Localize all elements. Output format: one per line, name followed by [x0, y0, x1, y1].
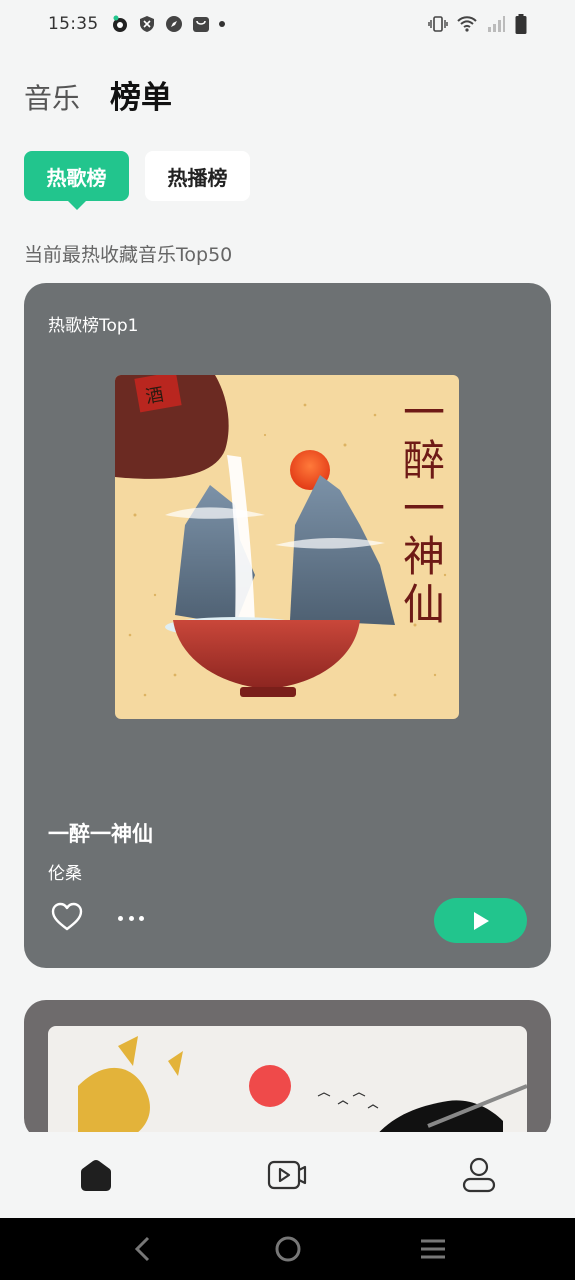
signal-icon — [488, 16, 505, 32]
album-cover-2[interactable] — [48, 1026, 527, 1140]
svg-text:仙: 仙 — [403, 580, 445, 629]
svg-text:神: 神 — [403, 532, 445, 581]
chip-hot-songs[interactable]: 热歌榜 — [24, 151, 129, 201]
album-art-illustration-2 — [48, 1026, 527, 1140]
system-navigation — [0, 1218, 575, 1280]
bottom-navigation — [0, 1132, 575, 1218]
nav-home[interactable] — [66, 1150, 126, 1200]
system-home[interactable] — [268, 1229, 308, 1269]
shield-icon — [139, 16, 154, 32]
more-icon — [118, 915, 123, 921]
svg-text:醉: 醉 — [403, 436, 445, 485]
song-artist: 伦桑 — [48, 864, 82, 884]
heart-icon — [51, 902, 83, 931]
tab-music[interactable]: 音乐 — [24, 77, 80, 117]
status-bar: 15:35 — [0, 0, 575, 48]
compass-icon — [165, 16, 182, 32]
wifi-icon — [457, 16, 477, 32]
album-art-illustration: 酒 一 醉 一 神 仙 — [115, 375, 459, 719]
play-button[interactable] — [434, 898, 527, 943]
second-song-card[interactable] — [24, 1000, 551, 1140]
chart-subtitle: 当前最热收藏音乐Top50 — [24, 244, 233, 266]
profile-icon — [463, 1157, 496, 1193]
svg-text:酒: 酒 — [144, 384, 165, 408]
header-tabs: 音乐 榜单 — [24, 72, 172, 117]
dot-icon — [218, 21, 225, 27]
like-button[interactable] — [50, 900, 84, 934]
play-icon — [473, 911, 489, 930]
tab-chart[interactable]: 榜单 — [110, 72, 172, 117]
nav-video[interactable] — [257, 1150, 317, 1200]
menu-icon — [420, 1239, 445, 1259]
chart-type-chips: 热歌榜 热播榜 — [24, 151, 250, 201]
status-icons-left — [111, 15, 225, 33]
chip-hot-plays[interactable]: 热播榜 — [145, 151, 250, 201]
card-rank-label: 热歌榜Top1 — [48, 316, 139, 336]
album-cover[interactable]: 酒 一 醉 一 神 仙 — [115, 375, 459, 719]
status-icons-right — [428, 14, 527, 34]
top-song-card[interactable]: 热歌榜Top1 酒 一 醉 一 神 仙 一醉一神仙 伦桑 — [24, 283, 551, 968]
vibrate-icon — [428, 16, 448, 32]
bag-icon — [192, 17, 209, 32]
video-icon — [268, 1160, 307, 1190]
back-icon — [134, 1236, 149, 1262]
svg-text:一: 一 — [403, 388, 445, 437]
nav-profile[interactable] — [449, 1150, 509, 1200]
system-back[interactable] — [123, 1229, 163, 1269]
song-title: 一醉一神仙 — [48, 822, 153, 846]
app-notification-icon — [112, 15, 127, 32]
battery-icon — [515, 14, 527, 34]
home-icon — [80, 1159, 111, 1191]
home-circle-icon — [275, 1236, 300, 1262]
system-menu[interactable] — [413, 1229, 453, 1269]
more-button[interactable] — [116, 903, 146, 933]
status-time: 15:35 — [48, 14, 99, 34]
svg-text:一: 一 — [403, 484, 445, 533]
